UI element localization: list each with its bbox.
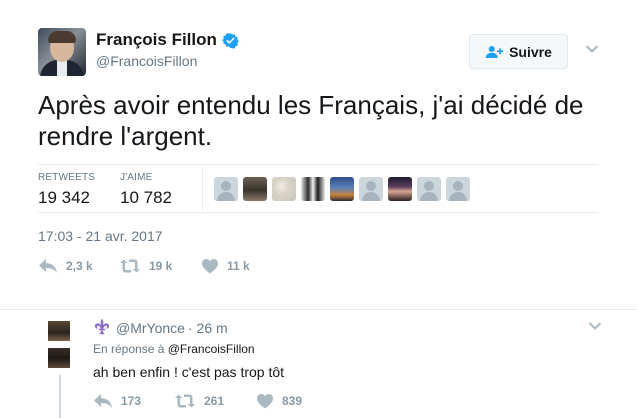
thread-line xyxy=(59,375,61,418)
author-name[interactable]: François Fillon xyxy=(96,30,217,50)
retweets-label: RETWEETS xyxy=(38,172,96,183)
retweet-count: 19 k xyxy=(149,259,173,273)
retweet-count: 261 xyxy=(204,394,225,408)
in-reply-prefix: En réponse à xyxy=(93,342,165,356)
follow-button[interactable]: Suivre xyxy=(469,34,568,69)
main-tweet: François Fillon @FrancoisFillon Suivre A… xyxy=(0,0,637,310)
liker-avatar[interactable] xyxy=(417,177,441,201)
reply-icon xyxy=(94,394,112,408)
reply-text: ah ben enfin ! c'est pas trop tôt xyxy=(93,364,285,380)
reply-retweet-action[interactable]: 261 xyxy=(174,393,224,409)
tweet-separator xyxy=(0,309,637,310)
retweet-icon xyxy=(120,259,140,273)
likes-stat[interactable]: J'AIME 10 782 xyxy=(120,172,172,208)
in-reply-to: En réponse à @FrancoisFillon xyxy=(93,342,255,356)
like-action[interactable]: 11 k xyxy=(201,258,250,274)
verified-badge-icon xyxy=(222,32,239,49)
reply-avatar[interactable] xyxy=(48,321,70,341)
author-avatar[interactable] xyxy=(38,28,86,76)
tweet-text: Après avoir entendu les Français, j'ai d… xyxy=(38,90,584,151)
like-count: 839 xyxy=(282,394,303,408)
reply-icon xyxy=(39,259,57,273)
heart-icon xyxy=(202,259,218,274)
liker-avatar[interactable] xyxy=(272,177,296,201)
retweet-action[interactable]: 19 k xyxy=(119,258,172,274)
likes-count: 10 782 xyxy=(120,188,172,207)
divider xyxy=(38,164,598,165)
heart-icon xyxy=(257,394,273,409)
reply-action[interactable]: 2,3 k xyxy=(38,258,93,274)
reply-time[interactable]: · 26 m xyxy=(188,320,228,336)
fleur-de-lis-icon xyxy=(94,318,110,335)
liker-avatars xyxy=(214,177,475,201)
reply-count: 2,3 k xyxy=(66,259,93,273)
reply-count: 173 xyxy=(121,394,142,408)
liker-avatar[interactable] xyxy=(446,177,470,201)
reply-author-handle[interactable]: @MrYonce xyxy=(116,320,185,336)
retweets-count: 19 342 xyxy=(38,188,90,207)
reply-like-action[interactable]: 839 xyxy=(256,393,302,409)
follow-label: Suivre xyxy=(509,43,552,60)
divider xyxy=(38,212,598,213)
liker-avatar[interactable] xyxy=(330,177,354,201)
chevron-down-icon[interactable] xyxy=(585,44,599,54)
liker-avatar[interactable] xyxy=(214,177,238,201)
author-name-row[interactable]: François Fillon xyxy=(96,30,239,50)
chevron-down-icon[interactable] xyxy=(588,321,602,331)
liker-avatar[interactable] xyxy=(359,177,383,201)
liker-avatar[interactable] xyxy=(301,177,325,201)
likes-label: J'AIME xyxy=(120,172,153,183)
liker-avatar[interactable] xyxy=(243,177,267,201)
retweet-icon xyxy=(175,394,195,408)
like-count: 11 k xyxy=(227,259,250,273)
reply-reply-action[interactable]: 173 xyxy=(93,393,141,409)
reply-avatar[interactable] xyxy=(48,348,70,368)
add-user-icon xyxy=(485,45,504,58)
author-handle[interactable]: @FrancoisFillon xyxy=(96,53,197,69)
stats-divider xyxy=(202,168,203,210)
in-reply-handle[interactable]: @FrancoisFillon xyxy=(168,342,255,356)
tweet-timestamp[interactable]: 17:03 - 21 avr. 2017 xyxy=(38,228,163,244)
liker-avatar[interactable] xyxy=(388,177,412,201)
retweets-stat[interactable]: RETWEETS 19 342 xyxy=(38,172,95,208)
